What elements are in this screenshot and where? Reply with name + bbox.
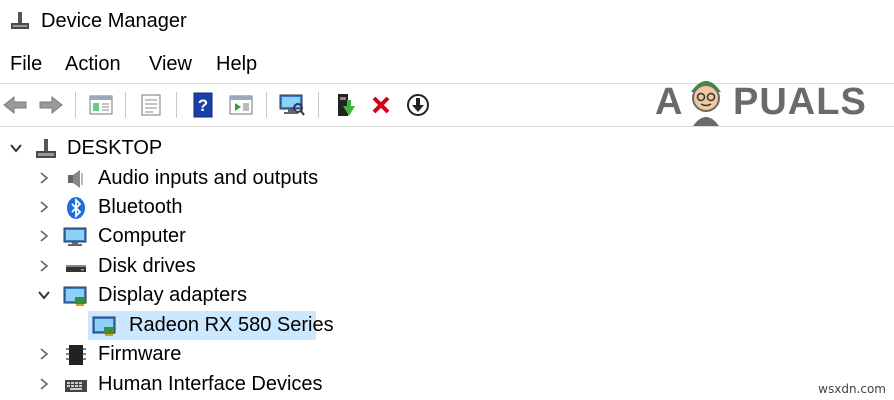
device-manager-app-icon (11, 12, 29, 29)
properties-button[interactable] (136, 90, 166, 120)
toolbar-separator (176, 92, 177, 118)
back-button[interactable] (0, 90, 30, 120)
tree-item-label: Audio inputs and outputs (98, 167, 319, 189)
tree-item-label: Disk drives (98, 255, 196, 277)
tree-item-label: Firmware (98, 343, 182, 365)
tree-root-label: DESKTOP (67, 137, 163, 159)
toolbar-separator (266, 92, 267, 118)
menu-view[interactable]: View (149, 52, 192, 76)
menu-file[interactable]: File (10, 52, 42, 76)
red-x-delete-icon (372, 96, 390, 114)
chevron-right-icon[interactable] (36, 346, 52, 362)
action-pane-icon (229, 95, 253, 115)
toolbar-separator (75, 92, 76, 118)
download-arrow-circle-icon (407, 94, 429, 116)
appuals-watermark: A PUALS (655, 70, 885, 130)
device-tree: DESKTOP Audio inputs and outputs Bluetoo… (0, 132, 894, 400)
tree-item-label: Computer (98, 225, 186, 247)
tree-item-human-interface-devices[interactable]: Human Interface Devices (0, 370, 894, 399)
toolbar-separator (125, 92, 126, 118)
chevron-right-icon[interactable] (36, 376, 52, 392)
mascot-icon (691, 81, 721, 126)
chevron-right-icon[interactable] (36, 258, 52, 274)
window-title: Device Manager (41, 10, 187, 32)
menu-action[interactable]: Action (65, 52, 121, 76)
speaker-icon (68, 170, 83, 188)
console-tree-icon (89, 95, 113, 115)
bluetooth-icon (67, 197, 85, 219)
monitor-scan-icon (279, 94, 305, 116)
tree-item-bluetooth[interactable]: Bluetooth (0, 193, 894, 222)
firmware-chip-icon (66, 345, 86, 365)
title-bar: Device Manager (0, 0, 894, 44)
site-credit: wsxdn.com (818, 382, 886, 396)
chevron-right-icon[interactable] (36, 170, 52, 186)
update-driver-button[interactable] (330, 90, 360, 120)
help-button[interactable]: ? (188, 90, 218, 120)
computer-network-icon (36, 139, 56, 158)
keyboard-icon (65, 380, 87, 392)
tree-item-display-adapters[interactable]: Display adapters (0, 281, 894, 310)
tree-root-desktop[interactable]: DESKTOP (0, 134, 894, 163)
chevron-down-icon[interactable] (8, 140, 24, 156)
forward-arrow-icon (39, 95, 63, 115)
action-pane-button[interactable] (226, 90, 256, 120)
tree-item-audio[interactable]: Audio inputs and outputs (0, 164, 894, 193)
tree-item-label: Human Interface Devices (98, 373, 323, 395)
tree-item-label: Display adapters (98, 284, 247, 306)
tree-item-radeon-rx-580[interactable]: Radeon RX 580 Series (0, 311, 894, 340)
tree-item-computer[interactable]: Computer (0, 222, 894, 251)
toolbar-separator (318, 92, 319, 118)
back-arrow-icon (3, 95, 27, 115)
enable-device-button[interactable] (403, 90, 433, 120)
watermark-letter-a: A (655, 81, 684, 123)
uninstall-device-button[interactable] (366, 90, 396, 120)
chevron-right-icon[interactable] (36, 228, 52, 244)
scan-for-hardware-changes-button[interactable] (277, 90, 307, 120)
disk-drive-icon (66, 265, 86, 272)
monitor-icon (63, 227, 87, 246)
svg-text:?: ? (198, 96, 208, 115)
properties-sheet-icon (141, 94, 161, 116)
display-adapter-icon (63, 286, 87, 306)
help-question-icon: ? (193, 92, 213, 118)
watermark-text: PUALS (733, 81, 867, 123)
menu-help[interactable]: Help (216, 52, 257, 76)
update-driver-icon (338, 94, 355, 116)
tree-item-firmware[interactable]: Firmware (0, 340, 894, 369)
forward-button[interactable] (36, 90, 66, 120)
tree-item-label: Bluetooth (98, 196, 183, 218)
display-adapter-icon (92, 316, 116, 336)
chevron-down-icon[interactable] (36, 287, 52, 303)
show-hide-console-tree-button[interactable] (86, 90, 116, 120)
tree-item-label: Radeon RX 580 Series (129, 314, 334, 336)
tree-item-disk-drives[interactable]: Disk drives (0, 252, 894, 281)
chevron-right-icon[interactable] (36, 199, 52, 215)
